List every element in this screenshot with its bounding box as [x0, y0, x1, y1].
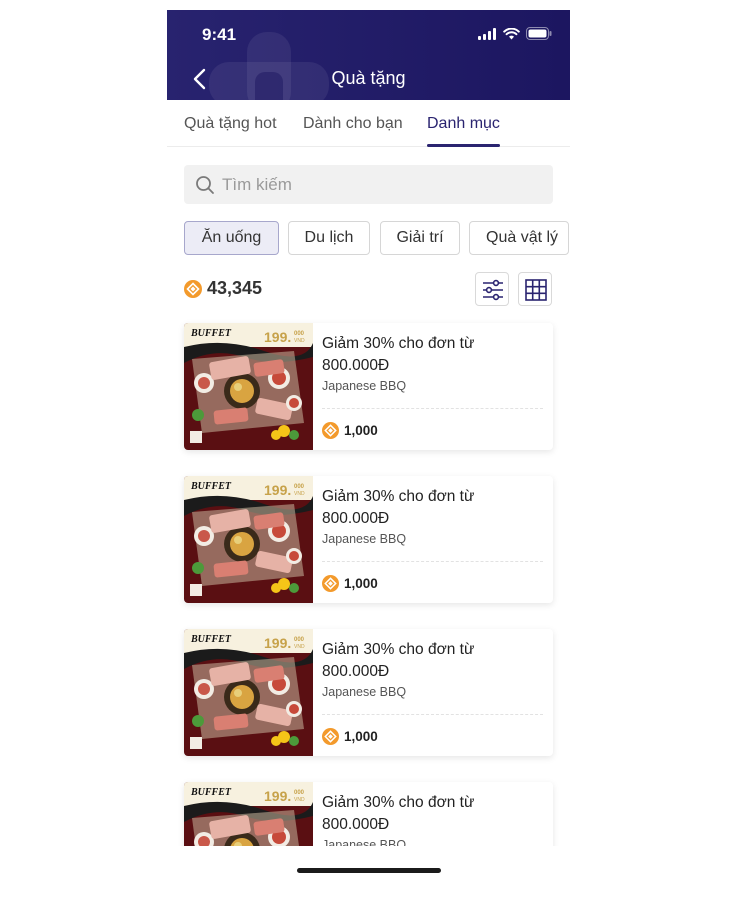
offer-price: 1,000	[322, 422, 378, 439]
status-icons	[478, 27, 552, 40]
offer-title: Giảm 30% cho đơn từ 800.000Đ	[322, 641, 475, 680]
offer-image: BUFFET 199. 000 VND	[184, 782, 313, 846]
coin-icon	[322, 728, 339, 745]
tab-categories[interactable]: Danh mục	[427, 115, 500, 133]
image-price-text: 199.	[264, 329, 291, 345]
coin-icon	[184, 279, 202, 298]
coin-icon	[322, 422, 339, 439]
offer-image: BUFFET 199. 000 VND	[184, 629, 313, 756]
image-badge-text: BUFFET	[190, 787, 232, 798]
offer-merchant: Japanese BBQ	[322, 379, 407, 393]
offer-price-value: 1,000	[344, 423, 378, 438]
points-balance: 43,345	[184, 278, 262, 299]
status-time: 9:41	[202, 25, 237, 44]
wifi-icon	[503, 27, 520, 39]
tab-hot-gifts[interactable]: Quà tặng hot	[184, 115, 277, 133]
battery-icon	[526, 27, 552, 40]
tab-bar: Quà tặng hot Dành cho bạn Danh mục	[167, 100, 570, 147]
offer-card[interactable]: BUFFET 199. 000 VND Giảm 30% cho đơn từ …	[184, 629, 553, 756]
offer-card[interactable]: BUFFET 199. 000 VND Giảm 30% cho đơn từ …	[184, 476, 553, 603]
offer-title: Giảm 30% cho đơn từ 800.000Đ	[322, 335, 475, 374]
active-tab-indicator	[427, 144, 500, 147]
search-bar	[184, 165, 553, 204]
image-price-unit-text: VND	[294, 644, 305, 650]
offer-title: Giảm 30% cho đơn từ 800.000Đ	[322, 488, 475, 527]
image-price-unit-text: VND	[294, 338, 305, 344]
grid-icon	[525, 279, 547, 301]
image-badge-text: BUFFET	[190, 634, 232, 645]
card-divider	[322, 561, 543, 562]
app-screen: 9:41 Quà tặng Quà tặng hot Dành cho bạn …	[167, 10, 570, 846]
filter-button[interactable]	[475, 272, 509, 306]
offer-price: 1,000	[322, 728, 378, 745]
coin-icon	[322, 575, 339, 592]
offer-price-value: 1,000	[344, 576, 378, 591]
tab-for-you[interactable]: Dành cho bạn	[303, 115, 403, 133]
home-indicator	[297, 868, 441, 873]
grid-view-button[interactable]	[518, 272, 552, 306]
offer-merchant: Japanese BBQ	[322, 838, 407, 846]
chip-entertainment[interactable]: Giải trí	[380, 221, 460, 255]
image-price-text: 199.	[264, 788, 291, 804]
header: 9:41 Quà tặng	[167, 10, 570, 100]
page-title: Quà tặng	[331, 68, 406, 88]
image-badge-text: BUFFET	[190, 328, 232, 339]
image-price-sup-text: 000	[294, 637, 305, 643]
points-value: 43,345	[207, 278, 263, 298]
card-divider	[322, 408, 543, 409]
image-price-text: 199.	[264, 482, 291, 498]
image-price-text: 199.	[264, 635, 291, 651]
chip-physical-gifts[interactable]: Quà vật lý	[469, 221, 569, 255]
search-input[interactable]	[222, 165, 542, 204]
card-divider	[322, 714, 543, 715]
offer-title: Giảm 30% cho đơn từ 800.000Đ	[322, 794, 475, 833]
image-price-unit-text: VND	[294, 797, 305, 803]
chip-travel[interactable]: Du lịch	[288, 221, 370, 255]
image-price-unit-text: VND	[294, 491, 305, 497]
offer-image: BUFFET 199. 000 VND	[184, 476, 313, 603]
offer-price: 1,000	[322, 575, 378, 592]
image-price-sup-text: 000	[294, 790, 305, 796]
search-icon	[196, 176, 214, 194]
cellular-signal-icon	[478, 27, 496, 40]
category-chips: Ăn uống Du lịch Giải trí Quà vật lý	[184, 221, 570, 255]
filter-sliders-icon	[483, 279, 503, 301]
offer-card[interactable]: BUFFET 199. 000 VND Giảm 30% cho đơn từ …	[184, 782, 553, 846]
offer-image: BUFFET 199. 000 VND	[184, 323, 313, 450]
offer-merchant: Japanese BBQ	[322, 685, 407, 699]
offer-card[interactable]: BUFFET 199. 000 VND Giảm 30% cho đơn từ …	[184, 323, 553, 450]
chip-food-drink[interactable]: Ăn uống	[184, 221, 279, 255]
offer-merchant: Japanese BBQ	[322, 532, 407, 546]
image-price-sup-text: 000	[294, 331, 305, 337]
offer-price-value: 1,000	[344, 729, 378, 744]
image-price-sup-text: 000	[294, 484, 305, 490]
image-badge-text: BUFFET	[190, 481, 232, 492]
